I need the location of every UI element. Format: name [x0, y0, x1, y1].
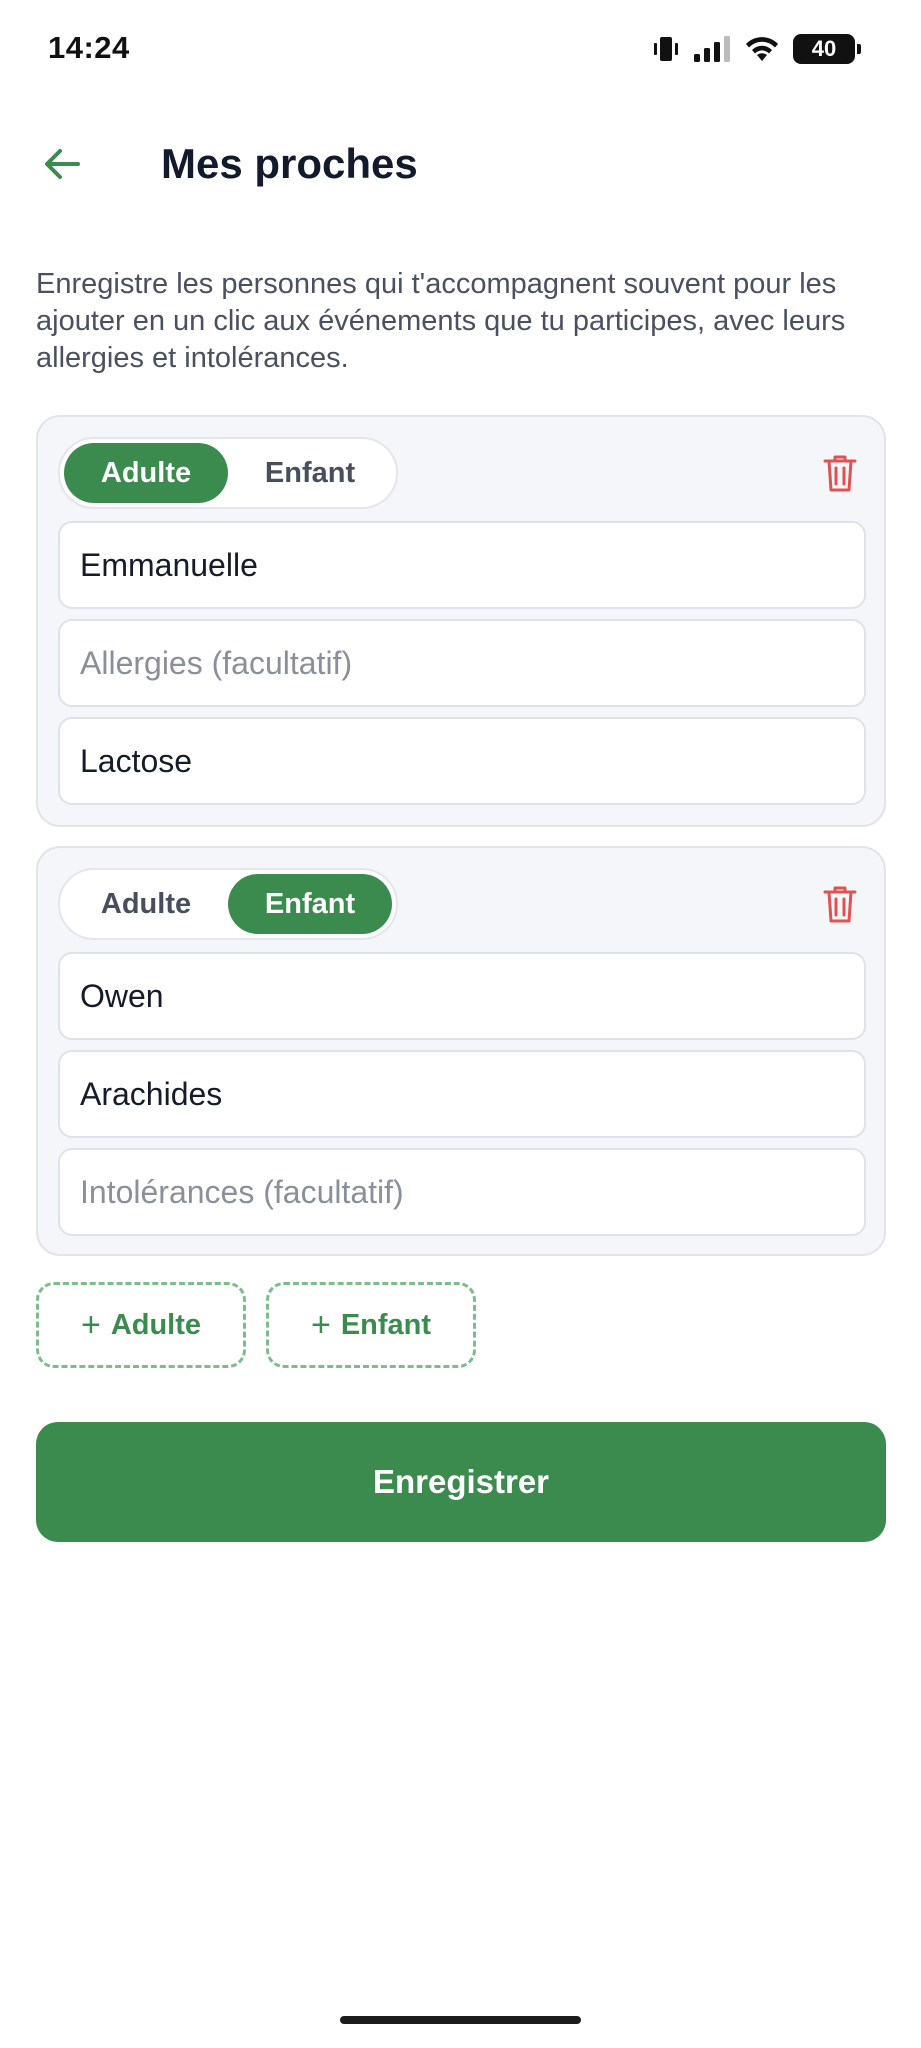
add-child-label: Enfant [340, 1308, 432, 1341]
add-adult-button[interactable]: + Adulte [36, 1282, 246, 1368]
page-title: Mes proches [161, 140, 418, 187]
name-input[interactable] [58, 952, 866, 1040]
trash-icon [823, 455, 857, 492]
save-button[interactable]: Enregistrer [36, 1422, 886, 1542]
home-indicator [340, 2016, 581, 2024]
type-option-enfant[interactable]: Enfant [228, 874, 392, 934]
allergies-input[interactable] [58, 1050, 866, 1138]
arrow-left-icon [45, 149, 80, 179]
type-option-enfant[interactable]: Enfant [228, 443, 392, 503]
person-card: Adulte Enfant [36, 415, 886, 827]
vibrate-icon [654, 37, 678, 61]
status-icons: 40 [651, 34, 861, 64]
status-time: 14:24 [48, 30, 130, 65]
battery-icon: 40 [793, 34, 861, 64]
trash-icon [823, 886, 857, 923]
person-type-toggle: Adulte Enfant [58, 437, 398, 509]
person-type-toggle: Adulte Enfant [58, 868, 398, 940]
plus-icon: + [80, 1306, 101, 1344]
cellular-signal-icon [694, 36, 730, 62]
header: Mes proches [0, 126, 921, 206]
intolerances-input[interactable] [58, 717, 866, 805]
back-button[interactable] [34, 136, 90, 192]
delete-person-button[interactable] [816, 449, 864, 497]
allergies-input[interactable] [58, 619, 866, 707]
status-bar: 14:24 40 [0, 0, 921, 100]
delete-person-button[interactable] [816, 880, 864, 928]
intro-text: Enregistre les personnes qui t'accompagn… [36, 268, 846, 374]
intolerances-input[interactable] [58, 1148, 866, 1236]
add-child-button[interactable]: + Enfant [266, 1282, 476, 1368]
plus-icon: + [310, 1306, 331, 1344]
type-option-adulte[interactable]: Adulte [64, 443, 228, 503]
battery-level: 40 [811, 36, 837, 61]
add-adult-label: Adulte [110, 1308, 202, 1341]
person-card: Adulte Enfant [36, 846, 886, 1256]
wifi-icon [746, 37, 778, 61]
type-option-adulte[interactable]: Adulte [64, 874, 228, 934]
name-input[interactable] [58, 521, 866, 609]
